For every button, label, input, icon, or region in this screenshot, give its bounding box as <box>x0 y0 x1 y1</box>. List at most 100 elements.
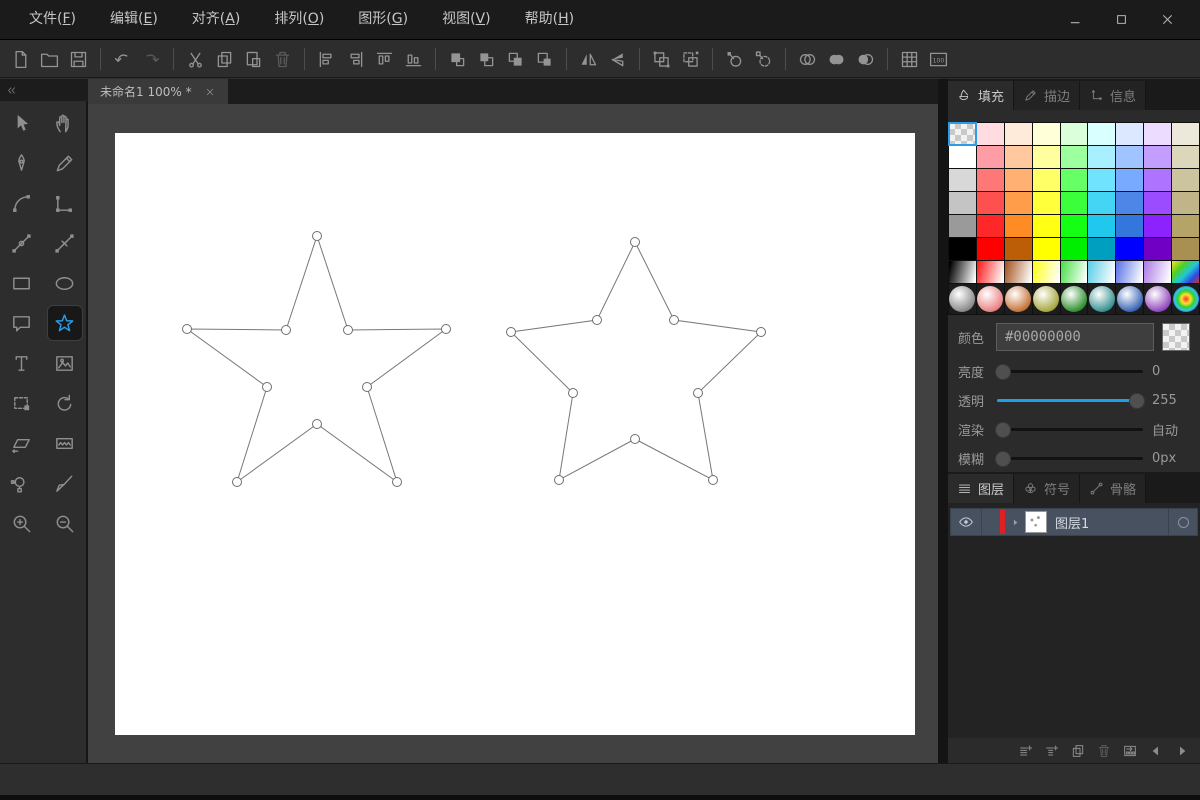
swatch-color[interactable] <box>1004 169 1032 191</box>
path-node[interactable] <box>262 382 272 392</box>
cut-button[interactable] <box>181 46 210 73</box>
bool-exclude-button[interactable] <box>851 46 880 73</box>
swatch-color[interactable] <box>1088 123 1116 145</box>
swatch-color[interactable] <box>1060 123 1088 145</box>
tool-pen[interactable] <box>4 145 40 181</box>
tool-callout[interactable] <box>4 305 40 341</box>
swatch-color[interactable] <box>1004 215 1032 237</box>
tool-skew[interactable] <box>4 425 40 461</box>
swatch-color[interactable] <box>976 238 1004 260</box>
swatch-color[interactable] <box>1172 146 1199 168</box>
layer-target-cell[interactable] <box>1168 509 1197 535</box>
tool-hand[interactable] <box>47 105 83 141</box>
layer-name[interactable]: 图层1 <box>1047 513 1168 532</box>
swatch-color[interactable] <box>1060 169 1088 191</box>
swatch-color[interactable] <box>1172 192 1199 214</box>
swatch-rainbow-radial[interactable] <box>1172 284 1199 314</box>
swatch-color[interactable] <box>1144 169 1172 191</box>
swatch-radial[interactable] <box>976 284 1004 314</box>
path-node[interactable] <box>281 325 291 335</box>
path-node[interactable] <box>182 324 192 334</box>
swatch-gradient[interactable] <box>1004 261 1032 283</box>
fill-panel-tab-stroke[interactable]: 描边 <box>1014 81 1081 110</box>
swatch-color[interactable] <box>976 192 1004 214</box>
swatch-color[interactable] <box>1116 192 1144 214</box>
tool-knife[interactable] <box>47 465 83 501</box>
tool-roughen[interactable] <box>47 425 83 461</box>
path-node[interactable] <box>441 324 451 334</box>
tool-zoom-in[interactable] <box>4 505 40 541</box>
path-node[interactable] <box>756 327 766 337</box>
path-node[interactable] <box>693 388 703 398</box>
swatch-radial[interactable] <box>1088 284 1116 314</box>
layers-panel-tab-bones[interactable]: 骨骼 <box>1080 474 1147 503</box>
order-backward-button[interactable] <box>501 46 530 73</box>
swatch-color[interactable] <box>1088 238 1116 260</box>
canvas-page[interactable] <box>115 133 915 735</box>
tool-path-smooth[interactable] <box>4 225 40 261</box>
swatch-color[interactable] <box>1032 169 1060 191</box>
align-top-button[interactable] <box>370 46 399 73</box>
star-shape-1[interactable] <box>185 234 448 484</box>
blur-slider-thumb[interactable] <box>994 450 1011 467</box>
swatch-color[interactable] <box>1172 169 1199 191</box>
order-back-button[interactable] <box>530 46 559 73</box>
file-new-button[interactable] <box>6 46 35 73</box>
delete-layer-button[interactable] <box>1096 743 1112 759</box>
menu-a[interactable]: 对齐(A) <box>175 0 258 39</box>
path-node[interactable] <box>506 327 516 337</box>
path-node[interactable] <box>568 388 578 398</box>
document-tab[interactable]: 未命名1 100% * <box>88 79 228 104</box>
swatch-color[interactable] <box>949 215 976 237</box>
tool-rectangle[interactable] <box>4 265 40 301</box>
swatch-radial[interactable] <box>1032 284 1060 314</box>
tool-rotate[interactable] <box>47 385 83 421</box>
shape-edit-button[interactable] <box>720 46 749 73</box>
redo-button[interactable] <box>137 46 166 73</box>
menu-g[interactable]: 图形(G) <box>341 0 425 39</box>
add-sublayer-button[interactable] <box>1044 743 1060 759</box>
star-shape-2[interactable] <box>509 240 763 481</box>
grid-toggle-button[interactable] <box>895 46 924 73</box>
swatch-color[interactable] <box>1172 215 1199 237</box>
ungroup-button[interactable] <box>676 46 705 73</box>
swatch-color[interactable] <box>1032 238 1060 260</box>
swatch-color[interactable] <box>976 169 1004 191</box>
path-node[interactable] <box>669 315 679 325</box>
path-node[interactable] <box>708 475 718 485</box>
tool-node-corner[interactable] <box>47 185 83 221</box>
swatch-color[interactable] <box>1088 146 1116 168</box>
swatch-color[interactable] <box>949 192 976 214</box>
opacity-slider-track[interactable] <box>997 392 1146 409</box>
color-value-input[interactable]: #00000000 <box>996 323 1154 351</box>
path-node[interactable] <box>592 315 602 325</box>
swatch-color[interactable] <box>1088 169 1116 191</box>
layers-panel-tab-symbols[interactable]: 符号 <box>1014 474 1081 503</box>
group-button[interactable] <box>647 46 676 73</box>
next-button[interactable] <box>1174 743 1190 759</box>
swatch-color[interactable] <box>1060 192 1088 214</box>
swatch-color[interactable] <box>1060 238 1088 260</box>
swatch-color[interactable] <box>1172 123 1199 145</box>
flip-horizontal-button[interactable] <box>574 46 603 73</box>
render-slider-thumb[interactable] <box>994 421 1011 438</box>
tool-text[interactable] <box>4 345 40 381</box>
swatch-gradient[interactable] <box>1144 261 1172 283</box>
duplicate-layer-button[interactable] <box>1070 743 1086 759</box>
swatch-color[interactable] <box>1172 238 1199 260</box>
path-node[interactable] <box>554 475 564 485</box>
menu-e[interactable]: 编辑(E) <box>93 0 175 39</box>
swatch-color[interactable] <box>949 238 976 260</box>
path-node[interactable] <box>343 325 353 335</box>
shape-convert-button[interactable] <box>749 46 778 73</box>
swatch-color[interactable] <box>1116 215 1144 237</box>
swatch-color[interactable] <box>976 215 1004 237</box>
swatch-color[interactable] <box>949 169 976 191</box>
swatch-color[interactable] <box>1088 215 1116 237</box>
layer-row[interactable]: 图层1 <box>950 508 1198 536</box>
current-color-swatch[interactable] <box>1162 323 1190 351</box>
swatch-color[interactable] <box>1116 169 1144 191</box>
swatch-radial[interactable] <box>1004 284 1032 314</box>
swatch-color[interactable] <box>949 146 976 168</box>
canvas-area[interactable] <box>88 104 938 763</box>
